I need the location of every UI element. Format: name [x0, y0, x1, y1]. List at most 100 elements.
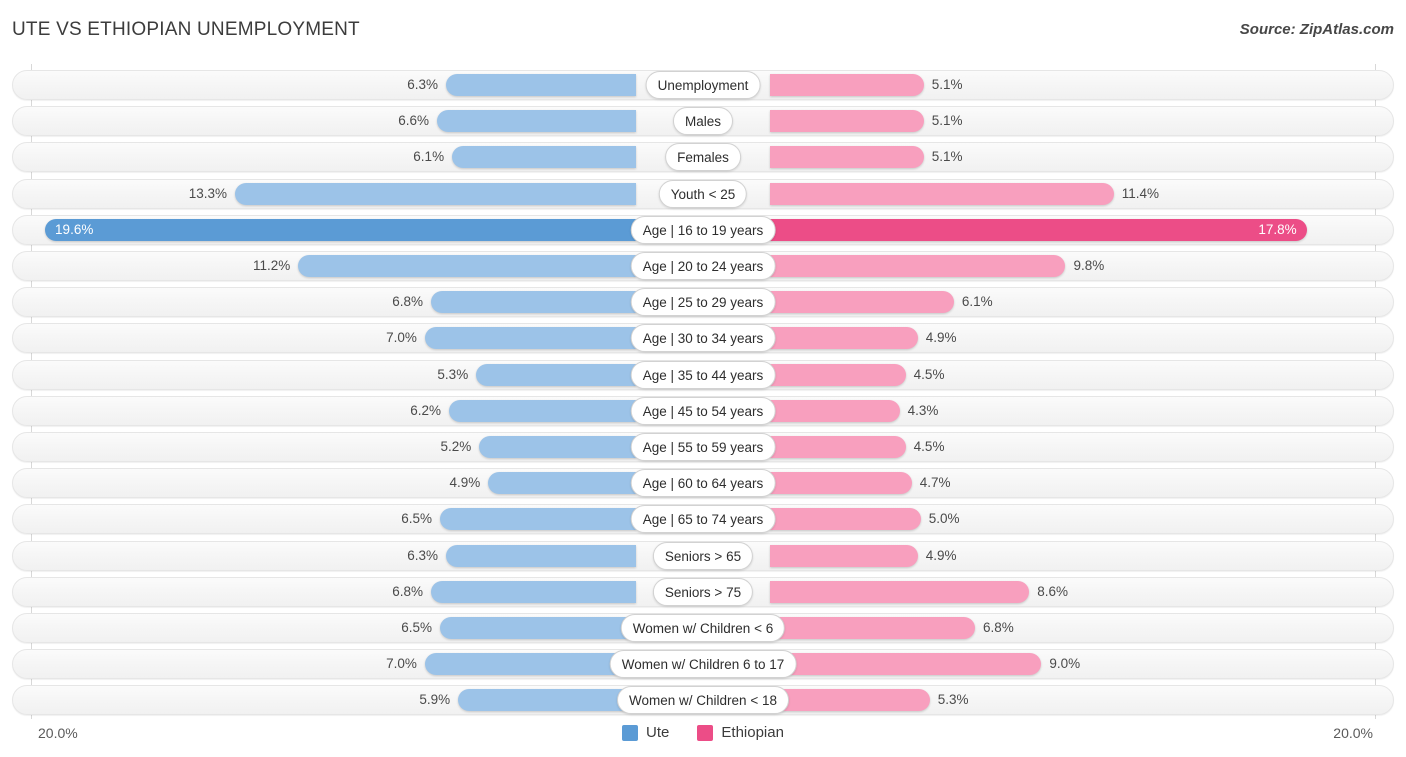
bar-ute[interactable]	[235, 182, 636, 205]
row-category-label[interactable]: Youth < 25	[658, 179, 748, 208]
bar-ute[interactable]	[440, 508, 636, 531]
bar-ute[interactable]	[488, 472, 636, 495]
bar-ute[interactable]	[449, 399, 636, 422]
bar-ethiopian[interactable]	[770, 689, 930, 712]
bar-ute[interactable]	[437, 110, 636, 133]
bar-ethiopian[interactable]	[770, 327, 918, 350]
row-category-label[interactable]: Seniors > 65	[652, 541, 754, 570]
bar-ethiopian[interactable]	[770, 508, 921, 531]
bar-ethiopian[interactable]	[770, 255, 1066, 277]
row-category-label[interactable]: Age | 16 to 19 years	[630, 215, 776, 244]
table-row[interactable]: 7.0% 4.9% Age | 30 to 34 years	[12, 323, 1394, 354]
value-label-ute: 5.9%	[419, 692, 451, 708]
row-category-label[interactable]: Women w/ Children < 6	[620, 614, 786, 642]
row-category-label[interactable]: Females	[665, 143, 741, 172]
chart-footer: 20.0% 20.0% Ute Ethiopian	[0, 719, 1406, 757]
table-row[interactable]: 19.6% 17.8% Age | 16 to 19 years	[12, 214, 1394, 245]
legend-swatch-icon	[697, 724, 714, 741]
row-category-label[interactable]: Age | 60 to 64 years	[630, 469, 776, 498]
table-row[interactable]: 5.3% 4.5% Age | 35 to 44 years	[12, 359, 1394, 390]
value-label-ethiopian: 5.1%	[931, 113, 963, 129]
row-category-label[interactable]: Age | 35 to 44 years	[630, 360, 776, 389]
table-row[interactable]: 5.9% 5.3% Women w/ Children < 18	[12, 685, 1394, 716]
bar-ethiopian[interactable]	[770, 399, 900, 422]
table-row[interactable]: 11.2% 9.8% Age | 20 to 24 years	[12, 251, 1394, 281]
bar-ethiopian[interactable]	[770, 182, 1114, 205]
table-row[interactable]: 6.2% 4.3% Age | 45 to 54 years	[12, 395, 1394, 426]
row-category-label[interactable]: Women w/ Children < 18	[617, 686, 789, 715]
bar-ute[interactable]	[452, 146, 636, 169]
table-row[interactable]: 6.3% 4.9% Seniors > 65	[12, 540, 1394, 571]
row-category-label[interactable]: Males	[672, 107, 734, 136]
table-row[interactable]: 6.6% 5.1% Males	[12, 106, 1394, 137]
bar-ute[interactable]	[476, 363, 636, 386]
bar-ethiopian[interactable]	[770, 74, 924, 96]
value-label-ethiopian: 5.3%	[937, 692, 969, 708]
bar-chart-plot-area: 6.3% 5.1% Unemployment 6.6% 5.1% Males 6.1% 5.1…	[0, 64, 1406, 719]
bar-ethiopian[interactable]	[770, 363, 906, 386]
bar-ute[interactable]	[458, 689, 636, 712]
table-row[interactable]: 6.1% 5.1% Females	[12, 142, 1394, 173]
value-label-ethiopian: 4.5%	[913, 439, 945, 454]
value-label-ethiopian: 4.3%	[907, 402, 939, 418]
legend-swatch-icon	[622, 724, 639, 741]
table-row[interactable]: 7.0% 9.0% Women w/ Children 6 to 17	[12, 649, 1394, 680]
table-row[interactable]: 5.2% 4.5% Age | 55 to 59 years	[12, 432, 1394, 462]
value-label-ethiopian: 6.1%	[961, 294, 993, 310]
bar-ethiopian[interactable]	[770, 110, 924, 133]
value-label-ute: 6.3%	[407, 547, 439, 563]
value-label-ute: 5.3%	[437, 366, 469, 382]
bar-ute[interactable]	[424, 653, 636, 676]
row-category-label[interactable]: Age | 55 to 59 years	[630, 433, 776, 461]
table-row[interactable]: 6.3% 5.1% Unemployment	[12, 70, 1394, 100]
legend-label: Ethiopian	[721, 724, 784, 741]
value-label-ute: 11.2%	[253, 258, 291, 273]
table-row[interactable]: 13.3% 11.4% Youth < 25	[12, 178, 1394, 209]
bar-ethiopian[interactable]	[770, 146, 924, 169]
row-category-label[interactable]: Seniors > 75	[652, 577, 754, 606]
table-row[interactable]: 4.9% 4.7% Age | 60 to 64 years	[12, 468, 1394, 499]
row-category-label[interactable]: Age | 25 to 29 years	[630, 288, 776, 317]
value-label-ute: 7.0%	[386, 656, 417, 672]
bar-ute[interactable]	[424, 327, 636, 350]
value-label-ute: 5.2%	[440, 439, 472, 454]
table-row[interactable]: 6.8% 6.1% Age | 25 to 29 years	[12, 287, 1394, 318]
row-category-label[interactable]: Women w/ Children 6 to 17	[609, 650, 797, 679]
row-category-label[interactable]: Age | 20 to 24 years	[630, 252, 776, 280]
value-label-ethiopian: 11.4%	[1121, 185, 1159, 201]
value-label-ethiopian: 4.9%	[925, 547, 957, 563]
bar-ute[interactable]	[479, 436, 636, 458]
value-label-ute: 19.6%	[55, 221, 94, 237]
bar-ethiopian[interactable]	[770, 653, 1042, 676]
value-label-ethiopian: 17.8%	[1258, 221, 1297, 237]
table-row[interactable]: 6.5% 5.0% Age | 65 to 74 years	[12, 504, 1394, 535]
bar-ethiopian[interactable]	[770, 580, 1030, 603]
bar-ute[interactable]	[446, 74, 636, 96]
row-category-label[interactable]: Age | 65 to 74 years	[630, 505, 776, 534]
value-label-ute: 13.3%	[188, 185, 227, 201]
bar-ute[interactable]	[430, 580, 636, 603]
bar-ute[interactable]	[440, 617, 636, 639]
value-label-ethiopian: 8.6%	[1037, 583, 1069, 599]
value-label-ethiopian: 6.8%	[983, 620, 1014, 635]
bar-ute[interactable]	[298, 255, 636, 277]
bar-ethiopian[interactable]	[770, 617, 976, 639]
bar-ethiopian[interactable]	[770, 291, 954, 314]
value-label-ethiopian: 5.0%	[928, 511, 960, 527]
bar-ute[interactable]	[446, 544, 636, 567]
bar-ethiopian[interactable]	[770, 544, 918, 567]
value-label-ute: 6.8%	[392, 294, 423, 310]
legend-item-ute[interactable]: Ute	[622, 724, 669, 741]
table-row[interactable]: 6.5% 6.8% Women w/ Children < 6	[12, 613, 1394, 643]
legend-item-ethiopian[interactable]: Ethiopian	[697, 724, 784, 741]
table-row[interactable]: 6.8% 8.6% Seniors > 75	[12, 576, 1394, 607]
value-label-ute: 6.8%	[392, 583, 423, 599]
bar-ute[interactable]	[430, 291, 636, 314]
bar-ethiopian[interactable]	[770, 472, 912, 495]
row-category-label[interactable]: Age | 30 to 34 years	[630, 324, 776, 353]
bar-ethiopian[interactable]	[770, 436, 906, 458]
row-category-label[interactable]: Age | 45 to 54 years	[630, 396, 776, 425]
page-title: UTE VS ETHIOPIAN UNEMPLOYMENT	[12, 19, 360, 40]
row-category-label[interactable]: Unemployment	[645, 71, 761, 99]
value-label-ute: 7.0%	[386, 330, 417, 346]
